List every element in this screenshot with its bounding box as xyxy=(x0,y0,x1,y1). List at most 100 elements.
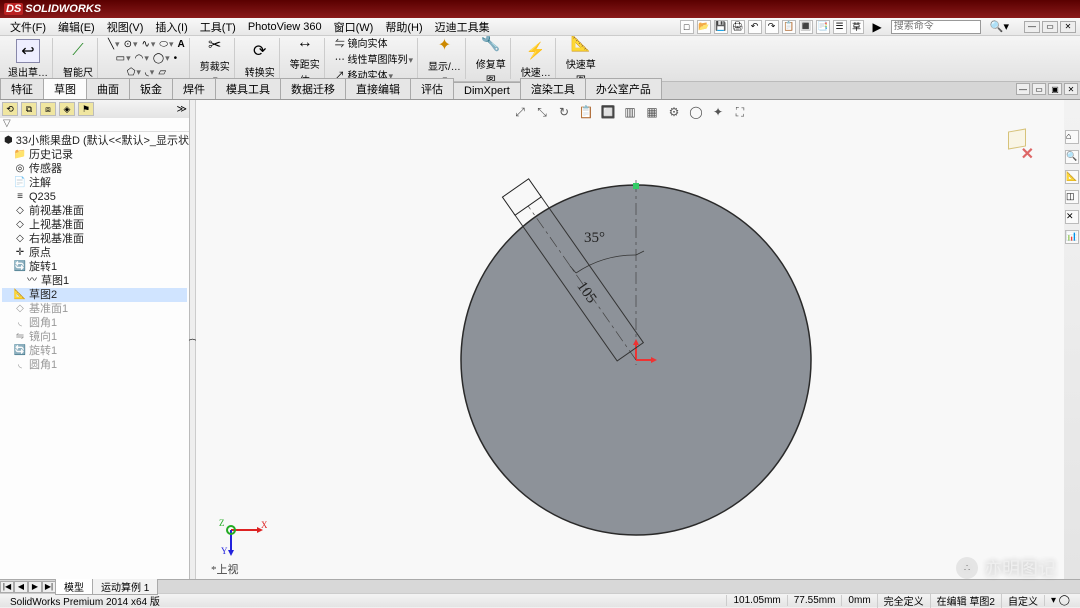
model-canvas[interactable]: 105 35° xyxy=(196,110,1064,579)
qa-print-icon[interactable]: 🖨 xyxy=(731,20,745,34)
tree-annot[interactable]: 📄注解 xyxy=(2,176,187,190)
slot-icon[interactable]: ⬭▾ xyxy=(159,39,173,50)
taskpane-tab-2[interactable]: 📐 xyxy=(1065,170,1079,184)
graphics-viewport[interactable]: ⤢ ⤡ ↻ 📋 🔲 ▥ ▦ ⚙ ◯ ✦ ⛶ xyxy=(196,100,1064,579)
plane-icon[interactable]: ▱ xyxy=(158,67,166,78)
smart-dimension-button[interactable]: ⟋ 智能尺 xyxy=(63,39,93,79)
menu-maidi[interactable]: 迈迪工具集 xyxy=(429,19,496,35)
mirror-button[interactable]: ⇋ 镜向实体 xyxy=(335,36,413,50)
tree-material[interactable]: ≡Q235 xyxy=(2,190,187,204)
confirm-cancel-icon[interactable]: ✕ xyxy=(1021,144,1034,164)
menu-tools[interactable]: 工具(T) xyxy=(194,19,242,35)
minimize-button[interactable]: — xyxy=(1024,21,1040,33)
tree-root[interactable]: ⬢33小熊果盘D (默认<<默认>_显示状态 xyxy=(2,134,187,148)
tab-datamig[interactable]: 数据迁移 xyxy=(280,78,346,99)
ellipse-icon[interactable]: ◯▾ xyxy=(153,53,170,64)
pattern-button[interactable]: ⋯ 线性草图阵列▾ xyxy=(335,51,413,66)
feature-tree[interactable]: ⬢33小熊果盘D (默认<<默认>_显示状态 📁历史记录 ◎传感器 📄注解 ≡Q… xyxy=(0,132,189,579)
menu-photoview[interactable]: PhotoView 360 xyxy=(242,21,328,33)
point-icon[interactable]: • xyxy=(174,53,178,64)
polygon-icon[interactable]: ⬠▾ xyxy=(127,67,141,78)
tree-gray-0[interactable]: ◇基准面1 xyxy=(2,302,187,316)
menu-window[interactable]: 窗口(W) xyxy=(328,19,380,35)
taskpane-tab-1[interactable]: 🔍 xyxy=(1065,150,1079,164)
menu-help[interactable]: 帮助(H) xyxy=(379,19,428,35)
tabscroll-last[interactable]: ▶| xyxy=(42,581,56,593)
tree-history[interactable]: 📁历史记录 xyxy=(2,148,187,162)
qa-undo-icon[interactable]: ↶ xyxy=(748,20,762,34)
tab-weldment[interactable]: 焊件 xyxy=(172,78,216,99)
taskpane-tab-3[interactable]: ◫ xyxy=(1065,190,1079,204)
circle-icon[interactable]: ⊙▾ xyxy=(124,39,138,50)
tree-sketch2[interactable]: 📐草图2 xyxy=(2,288,187,302)
qa-open-icon[interactable]: 📂 xyxy=(697,20,711,34)
line-icon[interactable]: ╲▾ xyxy=(108,39,120,50)
close-button[interactable]: ✕ xyxy=(1060,21,1076,33)
panel-tab-feature-tree[interactable]: ⟲ xyxy=(2,102,18,116)
tab-feature[interactable]: 特征 xyxy=(0,78,44,99)
tab-render[interactable]: 渲染工具 xyxy=(520,78,586,99)
tabscroll-prev[interactable]: ◀ xyxy=(14,581,28,593)
tabscroll-first[interactable]: |◀ xyxy=(0,581,14,593)
qa-icon10[interactable]: ☰ xyxy=(833,20,847,34)
status-tail[interactable]: ▾ ◯ xyxy=(1044,595,1076,606)
qa-redo-icon[interactable]: ↷ xyxy=(765,20,779,34)
qa-save-icon[interactable]: 💾 xyxy=(714,20,728,34)
menu-edit[interactable]: 编辑(E) xyxy=(52,19,101,35)
command-search-input[interactable] xyxy=(891,20,981,34)
tree-gray-1[interactable]: ◟圆角1 xyxy=(2,316,187,330)
mdi-restore[interactable]: ▭ xyxy=(1032,83,1046,95)
tab-dimxpert[interactable]: DimXpert xyxy=(453,82,521,99)
display-button[interactable]: ✦ 显示/…▾ xyxy=(428,36,461,82)
tree-sensor[interactable]: ◎传感器 xyxy=(2,162,187,176)
fillet-icon[interactable]: ◟▾ xyxy=(145,67,154,78)
tab-sheetmetal[interactable]: 钣金 xyxy=(129,78,173,99)
panel-collapse-button[interactable]: ≫ xyxy=(177,104,187,115)
panel-tab-property[interactable]: ⧉ xyxy=(21,102,37,116)
tree-front[interactable]: ◇前视基准面 xyxy=(2,204,187,218)
menu-file[interactable]: 文件(F) xyxy=(4,19,52,35)
repair-button[interactable]: 🔧 修复草 图 xyxy=(476,36,506,82)
offset-button[interactable]: ↔ 等距实 体 xyxy=(290,36,320,82)
text-icon[interactable]: A xyxy=(177,39,184,50)
trim-button[interactable]: ✂ 剪裁实▾ xyxy=(200,36,230,82)
qa-icon11[interactable]: 草 xyxy=(850,20,864,34)
panel-tab-dim[interactable]: ◈ xyxy=(59,102,75,116)
tab-mold[interactable]: 模具工具 xyxy=(215,78,281,99)
mdi-close[interactable]: ✕ xyxy=(1064,83,1078,95)
rect-icon[interactable]: ▭▾ xyxy=(116,53,131,64)
tree-revolve[interactable]: 🔄旋转1 xyxy=(2,260,187,274)
menu-insert[interactable]: 插入(I) xyxy=(149,19,193,35)
status-custom[interactable]: 自定义 xyxy=(1001,593,1044,608)
rapid-button[interactable]: ⚡ 快速… xyxy=(521,39,551,79)
qa-icon9[interactable]: 📑 xyxy=(816,20,830,34)
qa-icon8[interactable]: 🔳 xyxy=(799,20,813,34)
convert-button[interactable]: ⟳ 转换实 xyxy=(245,39,275,79)
spline-icon[interactable]: ∿▾ xyxy=(141,39,155,50)
exit-sketch-button[interactable]: ↩ 退出草… xyxy=(8,39,48,79)
tree-right[interactable]: ◇右视基准面 xyxy=(2,232,187,246)
tab-surface[interactable]: 曲面 xyxy=(86,78,130,99)
panel-tab-config[interactable]: ⧈ xyxy=(40,102,56,116)
tab-evaluate[interactable]: 评估 xyxy=(410,78,454,99)
tabscroll-next[interactable]: ▶ xyxy=(28,581,42,593)
mdi-maximize2[interactable]: ▣ xyxy=(1048,83,1062,95)
tree-gray-2[interactable]: ⇋镜向1 xyxy=(2,330,187,344)
tab-sketch[interactable]: 草图 xyxy=(43,78,87,99)
arc-icon[interactable]: ◠▾ xyxy=(135,53,149,64)
mdi-minimize[interactable]: — xyxy=(1016,83,1030,95)
help-icon[interactable]: 🔍▾ xyxy=(984,20,1015,33)
panel-filter[interactable]: ▽ xyxy=(0,118,189,132)
tree-gray-4[interactable]: ◟圆角1 xyxy=(2,358,187,372)
tree-gray-3[interactable]: 🔄旋转1 xyxy=(2,344,187,358)
menu-view[interactable]: 视图(V) xyxy=(101,19,150,35)
taskpane-tab-5[interactable]: 📊 xyxy=(1065,230,1079,244)
rapid-sketch-button[interactable]: 📐 快速草 图 xyxy=(566,36,596,82)
maximize-button[interactable]: ▭ xyxy=(1042,21,1058,33)
qa-icon7[interactable]: 📋 xyxy=(782,20,796,34)
taskpane-tab-4[interactable]: ✕ xyxy=(1065,210,1079,224)
tab-directedit[interactable]: 直接编辑 xyxy=(345,78,411,99)
taskpane-tab-0[interactable]: ⌂ xyxy=(1065,130,1079,144)
tree-origin[interactable]: ✛原点 xyxy=(2,246,187,260)
tab-office[interactable]: 办公室产品 xyxy=(585,78,662,99)
